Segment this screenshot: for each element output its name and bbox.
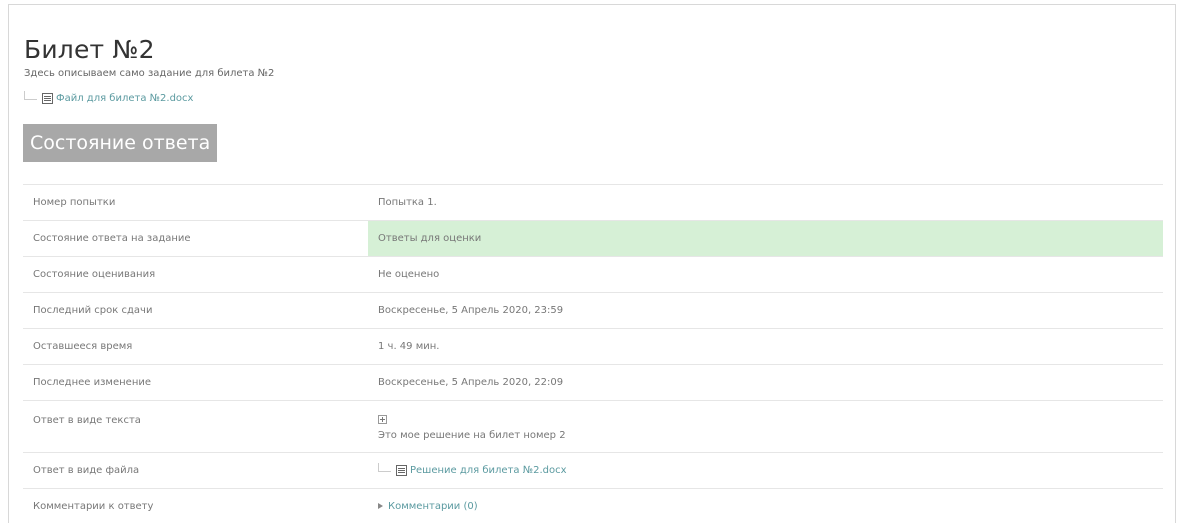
attachment-link-row[interactable]: Файл для билета №2.docx <box>24 91 193 104</box>
collapsed-triangle-icon[interactable] <box>378 503 383 510</box>
docx-file-icon <box>42 93 53 104</box>
row-label-online-text: Ответ в виде текста <box>23 400 368 453</box>
submitted-file-link[interactable]: Решение для билета №2.docx <box>410 465 567 476</box>
assignment-description: Здесь описываем само задание для билета … <box>24 68 275 79</box>
online-text-content: Это мое решение на билет номер 2 <box>378 430 566 441</box>
table-row: Состояние оценивания Не оценено <box>23 256 1163 293</box>
row-label-file-submission: Ответ в виде файла <box>23 452 368 489</box>
table-row: Ответ в виде текста Это мое решение на б… <box>23 400 1163 453</box>
docx-file-icon <box>396 465 407 476</box>
table-row: Состояние ответа на задание Ответы для о… <box>23 220 1163 257</box>
row-value-grading-status: Не оценено <box>368 256 1163 293</box>
row-label-submission-status: Состояние ответа на задание <box>23 220 368 257</box>
table-row: Последний срок сдачи Воскресенье, 5 Апре… <box>23 292 1163 329</box>
row-value-comments[interactable]: Комментарии (0) <box>368 488 1163 525</box>
row-label-last-modified: Последнее изменение <box>23 364 368 401</box>
row-label-grading-status: Состояние оценивания <box>23 256 368 293</box>
table-row: Последнее изменение Воскресенье, 5 Апрел… <box>23 364 1163 401</box>
row-value-last-modified: Воскресенье, 5 Апрель 2020, 22:09 <box>368 364 1163 401</box>
submission-status-heading: Состояние ответа <box>23 124 218 162</box>
row-label-comments: Комментарии к ответу <box>23 488 368 525</box>
page-title: Билет №2 <box>24 34 155 64</box>
tree-connector <box>24 91 37 100</box>
row-value-due-date: Воскресенье, 5 Апрель 2020, 23:59 <box>368 292 1163 329</box>
row-label-time-remaining: Оставшееся время <box>23 328 368 365</box>
row-value-submission-status: Ответы для оценки <box>368 220 1163 257</box>
table-row: Номер попытки Попытка 1. <box>23 184 1163 221</box>
comments-toggle-link[interactable]: Комментарии (0) <box>388 501 478 512</box>
table-row: Комментарии к ответу Комментарии (0) <box>23 488 1163 525</box>
row-value-attempt: Попытка 1. <box>368 184 1163 221</box>
table-row: Ответ в виде файла Решение для билета №2… <box>23 452 1163 489</box>
row-value-time-remaining: 1 ч. 49 мин. <box>368 328 1163 365</box>
row-value-file-submission: Решение для билета №2.docx <box>368 452 1163 489</box>
submission-status-table: Номер попытки Попытка 1. Состояние ответ… <box>23 184 1163 525</box>
row-value-online-text: Это мое решение на билет номер 2 <box>368 400 1163 453</box>
row-label-due-date: Последний срок сдачи <box>23 292 368 329</box>
tree-connector <box>378 463 391 472</box>
table-row: Оставшееся время 1 ч. 49 мин. <box>23 328 1163 365</box>
attachment-link[interactable]: Файл для билета №2.docx <box>56 93 193 104</box>
expand-plus-icon[interactable] <box>378 415 387 424</box>
row-label-attempt: Номер попытки <box>23 184 368 221</box>
